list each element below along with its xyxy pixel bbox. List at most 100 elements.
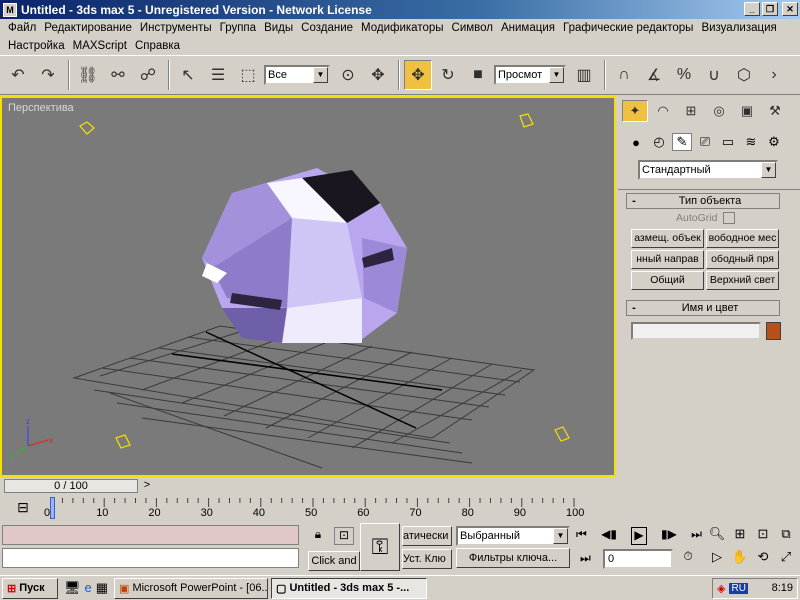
desktop-icon[interactable]: 🖥︎	[64, 580, 81, 596]
menu-create[interactable]: Создание	[297, 22, 357, 34]
percent-snap-icon[interactable]: %	[670, 60, 698, 90]
viewport-label[interactable]: Перспектива	[8, 102, 74, 114]
skylight-button[interactable]: Верхний свет	[706, 271, 779, 290]
space-warps-icon[interactable]: ≋	[741, 134, 761, 150]
name-color-rollout[interactable]: - Имя и цвет	[626, 300, 780, 316]
play-icon[interactable]: ▶	[631, 527, 647, 545]
close-button[interactable]: ✕	[782, 2, 798, 16]
zoom-extents-all-icon[interactable]: ⧉	[775, 526, 797, 547]
target-spot-button[interactable]: азмещ. объек	[631, 229, 704, 248]
set-key-button[interactable]: Уст. Клю	[402, 549, 452, 569]
tray-app-icon[interactable]: ◈	[717, 582, 725, 595]
redo-icon[interactable]: ↷	[34, 60, 62, 90]
object-type-rollout[interactable]: - Тип объекта	[626, 193, 780, 209]
bind-to-space-warp-icon[interactable]: ☍	[134, 60, 162, 90]
pivot-icon[interactable]: ✥	[364, 60, 392, 90]
key-mode-dropdown[interactable]: Выбранный ▼	[456, 526, 570, 546]
select-and-link-icon[interactable]: ⛓	[74, 60, 102, 90]
current-frame-field[interactable]: 0	[603, 549, 673, 569]
geometry-icon[interactable]: ●	[626, 135, 646, 150]
spinner-snap-icon[interactable]: ∪	[700, 60, 728, 90]
time-configuration-icon[interactable]: ⏱	[675, 549, 701, 569]
geosphere-polyhedron[interactable]	[202, 168, 407, 343]
named-selection-icon[interactable]: ⬡	[730, 60, 758, 90]
auto-key-button[interactable]: атически	[402, 526, 452, 546]
zoom-extents-icon[interactable]: ⊡	[752, 526, 774, 547]
shapes-icon[interactable]: ◴	[649, 134, 669, 150]
3d-snap-icon[interactable]: ∩	[610, 60, 638, 90]
menu-file[interactable]: Файл	[4, 22, 40, 34]
rectangular-selection-icon[interactable]: ⬚	[234, 60, 262, 90]
menu-help[interactable]: Справка	[131, 40, 184, 52]
target-direct-button[interactable]: нный направ	[631, 250, 704, 269]
omni-button[interactable]: Общий	[631, 271, 704, 290]
next-frame-icon[interactable]: ▮▶	[661, 527, 677, 545]
language-indicator[interactable]: RU	[729, 582, 748, 594]
menu-group[interactable]: Группа	[216, 22, 260, 34]
minimize-button[interactable]: _	[744, 2, 760, 16]
systems-icon[interactable]: ⚙	[764, 134, 784, 150]
start-button[interactable]: ⊞ Пуск	[2, 577, 58, 599]
maxscript-listener-white[interactable]	[2, 548, 299, 568]
menu-tools[interactable]: Инструменты	[136, 22, 216, 34]
media-player-icon[interactable]: ▦	[96, 580, 108, 596]
menu-customize[interactable]: Настройка	[4, 40, 69, 52]
lights-icon[interactable]: ✎	[672, 133, 692, 151]
motion-tab-icon[interactable]: ◎	[706, 100, 732, 122]
time-slider[interactable]: 0 / 100 >	[0, 478, 160, 494]
select-and-move-icon[interactable]: ✥	[404, 60, 432, 90]
arc-rotate-icon[interactable]: ⟲	[752, 549, 774, 570]
go-to-end-icon[interactable]: ⏭	[691, 527, 702, 545]
lock-selection-icon[interactable]: 🔒︎	[308, 527, 328, 545]
select-object-icon[interactable]: ↖	[174, 60, 202, 90]
helpers-icon[interactable]: ▭	[718, 134, 738, 150]
menu-edit[interactable]: Редактирование	[40, 22, 136, 34]
track-bar[interactable]: ⊟ 0 10 20 30 40 50 60 70 80 90 100	[0, 495, 616, 521]
object-name-field[interactable]	[631, 322, 761, 340]
menu-modifiers[interactable]: Модификаторы	[357, 22, 448, 34]
free-spot-button[interactable]: вободное мес	[706, 229, 779, 248]
maximize-button[interactable]: ❐	[762, 2, 778, 16]
cameras-icon[interactable]: ⎚	[695, 134, 715, 150]
pan-icon[interactable]: ✋	[729, 549, 751, 570]
menu-animation[interactable]: Анимация	[497, 22, 559, 34]
set-key-icon[interactable]: ⚿	[360, 523, 400, 571]
create-tab-icon[interactable]: ✦	[622, 100, 648, 122]
go-to-start-icon[interactable]: ⏮	[576, 527, 587, 545]
perspective-viewport[interactable]: z x y Перспектива	[0, 96, 616, 477]
maxscript-listener-pink[interactable]	[2, 525, 299, 545]
more-tools-icon[interactable]: ›	[760, 60, 788, 90]
select-by-name-icon[interactable]: ☰	[204, 60, 232, 90]
key-filters-button[interactable]: Фильтры ключа...	[456, 548, 570, 568]
task-powerpoint[interactable]: ▣ Microsoft PowerPoint - [06...	[114, 577, 269, 599]
maximize-viewport-icon[interactable]: ⤢	[775, 549, 797, 570]
field-of-view-icon[interactable]: ▷	[706, 549, 728, 570]
current-frame-marker[interactable]	[50, 497, 55, 519]
internet-explorer-icon[interactable]: e	[85, 580, 92, 596]
menu-graph-editors[interactable]: Графические редакторы	[559, 22, 697, 34]
key-mode-toggle-icon[interactable]: ⏭	[580, 551, 600, 569]
category-dropdown[interactable]: Стандартный ▼	[638, 160, 778, 180]
utilities-tab-icon[interactable]: ⚒	[762, 100, 788, 122]
zoom-icon[interactable]: 🔍︎	[706, 526, 728, 547]
reference-coordinate-dropdown[interactable]: Просмот ▼	[494, 65, 566, 85]
angle-snap-icon[interactable]: ∡	[640, 60, 668, 90]
autogrid-checkbox[interactable]	[723, 212, 736, 224]
task-3dsmax[interactable]: ▢ Untitled - 3ds max 5 -...	[271, 577, 428, 599]
display-tab-icon[interactable]: ▣	[734, 100, 760, 122]
object-color-swatch[interactable]	[766, 322, 781, 340]
modify-tab-icon[interactable]: ◠	[650, 100, 676, 122]
unlink-icon[interactable]: ⚯	[104, 60, 132, 90]
use-pivot-center-icon[interactable]: ▥	[570, 60, 598, 90]
next-frame-arrow-icon[interactable]: >	[140, 479, 154, 493]
previous-frame-icon[interactable]: ◀▮	[601, 527, 617, 545]
select-and-scale-icon[interactable]: ■	[464, 60, 492, 90]
hierarchy-tab-icon[interactable]: ⊞	[678, 100, 704, 122]
select-and-manipulate-icon[interactable]: ⊙	[334, 60, 362, 90]
zoom-all-icon[interactable]: ⊞	[729, 526, 751, 547]
menu-maxscript[interactable]: MAXScript	[69, 40, 131, 52]
free-direct-button[interactable]: ободный пря	[706, 250, 779, 269]
undo-icon[interactable]: ↶	[4, 60, 32, 90]
select-and-rotate-icon[interactable]: ↻	[434, 60, 462, 90]
menu-views[interactable]: Виды	[260, 22, 297, 34]
